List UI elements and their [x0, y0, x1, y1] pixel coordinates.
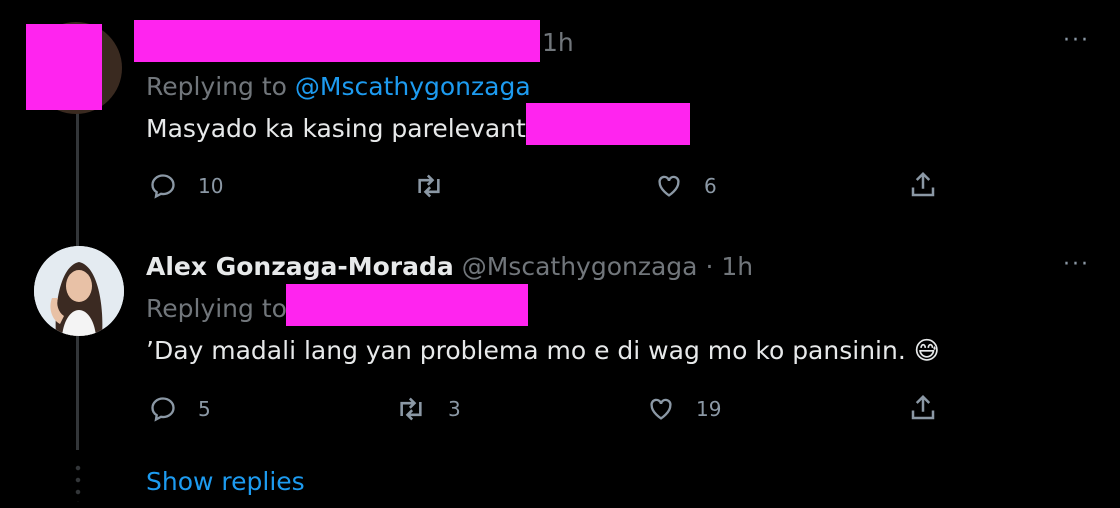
tweet-1-replying-to: Replying to @Mscathygonzaga [146, 72, 531, 101]
show-replies-link[interactable]: Show replies [146, 467, 305, 496]
reply-count: 10 [198, 174, 224, 198]
tweet-1-time[interactable]: 1h [542, 28, 574, 57]
thread-dots [75, 462, 81, 502]
like-count: 6 [704, 174, 717, 198]
tweet-2-reply-button[interactable]: 5 [148, 395, 211, 423]
tweet-2-like-button[interactable]: 19 [646, 395, 721, 423]
tweet-2-more-icon[interactable]: ··· [1063, 252, 1090, 277]
retweet-icon [400, 397, 422, 421]
tweet-2-share-button[interactable] [908, 393, 938, 423]
share-icon [911, 171, 935, 197]
tweet-1-reply-button[interactable]: 10 [148, 172, 223, 200]
reply-icon [151, 174, 175, 199]
avatar-2[interactable] [34, 246, 124, 336]
tweet-2-replying-to: Replying to [146, 294, 287, 323]
retweet-count: 3 [448, 397, 461, 421]
retweet-icon [418, 174, 440, 198]
handle[interactable]: @Mscathygonzaga [462, 252, 698, 281]
share-icon [911, 394, 935, 420]
like-count: 19 [696, 397, 722, 421]
tweet-1-retweet-button[interactable] [412, 172, 466, 200]
tweet-1-like-button[interactable]: 6 [654, 172, 717, 200]
display-name[interactable]: Alex Gonzaga-Morada [146, 252, 454, 281]
tweet-1-text-body: Masyado ka kasing parelevant [146, 114, 526, 143]
tweet-1-more-icon[interactable]: ··· [1063, 28, 1090, 53]
replying-to-label: Replying to [146, 72, 295, 101]
separator: · [705, 252, 714, 281]
tweet-1-text-redaction [526, 103, 690, 145]
tweet-1-text: Masyado ka kasing parelevant [146, 114, 526, 143]
replying-handle-redaction [286, 284, 528, 326]
tweet-2-time[interactable]: 1h [721, 252, 753, 281]
tweet-1-share-button[interactable] [908, 170, 938, 200]
avatar-1-redaction [26, 24, 102, 110]
reply-icon [151, 397, 175, 422]
tweet-2-header: Alex Gonzaga-Morada @Mscathygonzaga · 1h [146, 252, 753, 281]
display-name-redaction [134, 20, 540, 62]
reply-count: 5 [198, 397, 211, 421]
tweet-2-text: ’Day madali lang yan problema mo e di wa… [146, 336, 940, 365]
avatar-portrait-icon [34, 246, 124, 336]
like-icon [658, 175, 680, 197]
replying-to-label: Replying to [146, 294, 287, 323]
sweat-smile-emoji: 😅 [913, 336, 940, 365]
tweet-2-text-body: ’Day madali lang yan problema mo e di wa… [146, 336, 906, 365]
like-icon [650, 398, 672, 420]
replying-to-handle-link[interactable]: @Mscathygonzaga [295, 72, 531, 101]
tweet-2-retweet-button[interactable]: 3 [394, 395, 461, 423]
